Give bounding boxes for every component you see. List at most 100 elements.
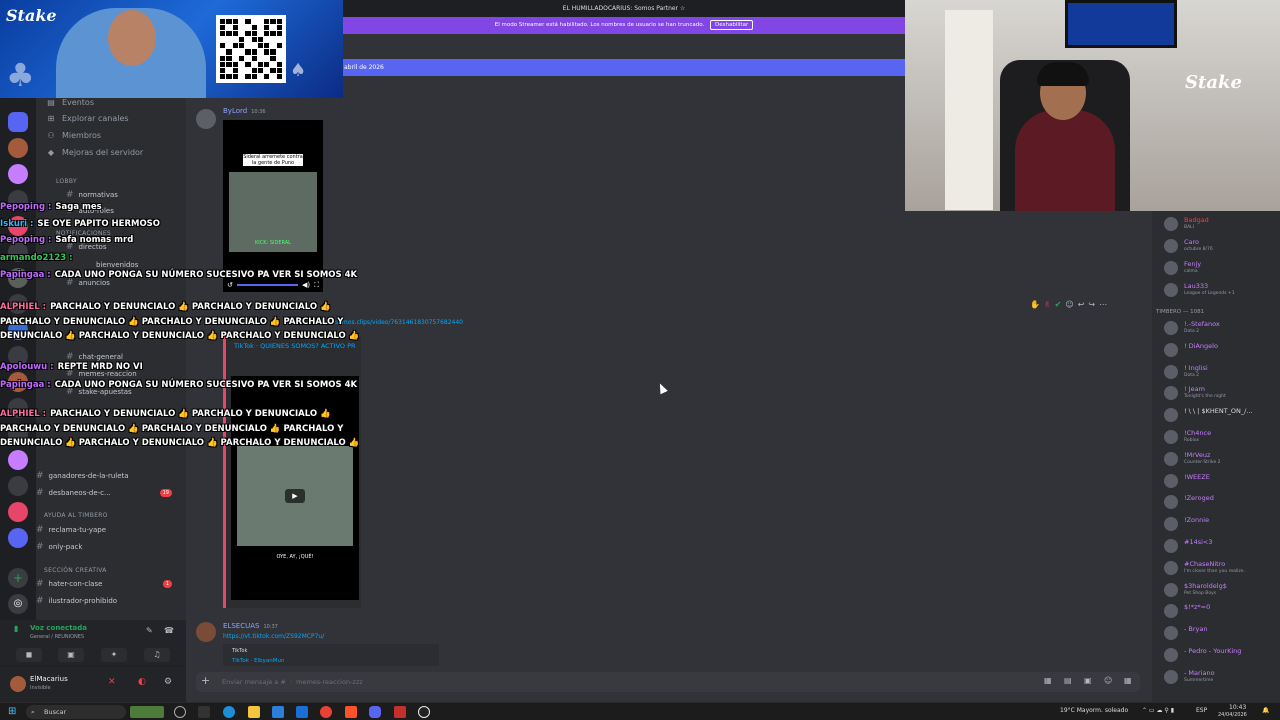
category-ayuda[interactable]: AYUDA AL TIMBERO [44, 512, 108, 519]
emoji-icon[interactable]: ☺ [1065, 300, 1073, 309]
member-item[interactable]: !MrVeuz Counter-Strike 2 [1164, 450, 1276, 468]
clock-date[interactable]: 24/04/2026 [1218, 712, 1247, 718]
server-icon[interactable] [8, 476, 28, 496]
notification-icon[interactable]: 🔔 [1262, 707, 1269, 714]
activities-button[interactable]: ✦ [101, 648, 127, 662]
add-attachment-icon[interactable]: + [201, 674, 210, 687]
reaction-icon[interactable]: ✋ [1030, 300, 1040, 309]
channel-item[interactable]: # ganadores-de-la-ruleta [36, 471, 176, 481]
mail-icon[interactable] [296, 706, 308, 718]
member-item[interactable]: Fenjy calma [1164, 259, 1276, 277]
language-indicator[interactable]: ESP [1196, 707, 1207, 714]
member-item[interactable]: !Zonnie [1164, 515, 1276, 533]
member-item[interactable]: $!*z*=0 [1164, 602, 1276, 620]
avatar[interactable] [10, 676, 26, 692]
reply-icon[interactable]: ↩ [1078, 300, 1085, 309]
more-icon[interactable]: ⋯ [1099, 300, 1107, 309]
embed-title[interactable]: TikTok · ElbyanMun [232, 658, 284, 664]
disconnect-icon[interactable]: ☎ [164, 626, 174, 635]
member-item[interactable]: #ChaseNitro I'm closer than you realize. [1164, 559, 1276, 577]
gift-icon[interactable]: ▦ [1044, 676, 1052, 685]
member-item[interactable]: !.-Stefanox Dota 2 [1164, 319, 1276, 337]
voice-channel[interactable]: General / REUNIONES [30, 634, 84, 640]
member-item[interactable]: ! DiAngelo [1164, 341, 1276, 359]
gif-icon[interactable]: ▤ [1064, 676, 1072, 685]
sidebar-item-eventos[interactable]: ▤ Eventos [46, 98, 94, 107]
channel-item[interactable]: # desbaneos-de-c... 19 [36, 488, 176, 498]
channel-item[interactable]: # normativas [66, 190, 206, 200]
clock-time[interactable]: 10:43 [1229, 704, 1246, 711]
category-lobby[interactable]: LOBBY [56, 178, 77, 185]
channel-item[interactable]: # reclama-tu-yape [36, 525, 176, 535]
mute-icon[interactable]: ✕ [108, 677, 116, 687]
sticker-icon[interactable]: ▣ [1084, 676, 1092, 685]
member-item[interactable]: !Zeroged [1164, 493, 1276, 511]
member-item[interactable]: !Ch4nce Roblox [1164, 428, 1276, 446]
user-name[interactable]: ElMacarius [30, 675, 68, 683]
camera-button[interactable]: ◼ [16, 648, 42, 662]
member-item[interactable]: ! Jeam Tonight's the night [1164, 384, 1276, 402]
apps-icon[interactable]: ▦ [1124, 676, 1132, 685]
server-icon[interactable] [8, 450, 28, 470]
server-icon[interactable] [8, 138, 28, 158]
taskbar-search[interactable]: ⌕ Buscar [26, 705, 126, 719]
server-icon[interactable] [8, 112, 28, 132]
play-icon[interactable]: ▶ [285, 489, 305, 503]
edge-icon[interactable] [223, 706, 235, 718]
widgets-icon[interactable] [130, 706, 164, 718]
avatar[interactable] [196, 622, 216, 642]
member-item[interactable]: !WEEZE [1164, 472, 1276, 490]
tiktok-embed[interactable]: TikTok · QUIENES SOMOS? ACTIVO PR ▶ OYE,… [223, 336, 361, 608]
chrome-icon[interactable] [320, 706, 332, 718]
tiktok-embed[interactable]: TikTok TikTok · ElbyanMun [223, 644, 439, 666]
task-view-icon[interactable] [198, 706, 210, 718]
store-icon[interactable] [272, 706, 284, 718]
video-progress[interactable] [236, 284, 298, 286]
disable-streamer-button[interactable]: Deshabilitar [710, 20, 754, 30]
member-item[interactable]: Lau333 League of Legends +1 [1164, 281, 1276, 299]
sidebar-item-mejoras[interactable]: ◆ Mejoras del servidor [46, 148, 143, 157]
member-item[interactable]: $3haroldelg$ Pet Shop Boys [1164, 581, 1276, 599]
voice-status[interactable]: Voz conectada [30, 624, 87, 632]
add-server-icon[interactable]: + [8, 568, 28, 588]
member-item[interactable]: - Pedro - YourKing [1164, 646, 1276, 664]
sidebar-item-explorar[interactable]: ⊞ Explorar canales [46, 114, 129, 123]
member-item[interactable]: Caro octubre 8/76 [1164, 237, 1276, 255]
file-explorer-icon[interactable] [248, 706, 260, 718]
message-author[interactable]: ByLord 10:36 [223, 107, 266, 115]
obs-icon[interactable] [394, 706, 406, 718]
server-icon[interactable] [8, 502, 28, 522]
member-item[interactable]: Badgad BALI [1164, 215, 1276, 233]
emoji-icon[interactable]: ☺ [1104, 676, 1112, 685]
discover-icon[interactable]: ◎ [8, 594, 28, 614]
member-item[interactable]: ! Inglisi Dota 2 [1164, 363, 1276, 381]
avatar[interactable] [196, 109, 216, 129]
category-creativa[interactable]: SECCIÓN CREATIVA [44, 567, 107, 574]
app-icon[interactable] [418, 706, 430, 718]
sidebar-item-miembros[interactable]: ⚇ Miembros [46, 131, 101, 140]
reaction-icon[interactable]: ✌ [1044, 300, 1051, 309]
discord-icon[interactable] [369, 706, 381, 718]
member-item[interactable]: ! \ \ | $KHENT_ON_/... [1164, 406, 1276, 424]
channel-item[interactable]: # hater-con-clase 1 [36, 579, 176, 589]
check-icon[interactable]: ✔ [1055, 300, 1062, 309]
message-link[interactable]: https://vt.tiktok.com/ZS92MCP7u/ [223, 633, 324, 640]
message-author[interactable]: ELSECUAS 10:37 [223, 622, 278, 630]
member-item[interactable]: #14si<3 [1164, 537, 1276, 555]
forward-icon[interactable]: ↪ [1088, 300, 1095, 309]
search-app-icon[interactable] [174, 706, 186, 718]
tray-icons[interactable]: ⌃ ▭ ☁ ⚲ ▮ [1142, 707, 1174, 714]
server-icon[interactable] [8, 164, 28, 184]
channel-item[interactable]: # only-pack [36, 542, 176, 552]
member-item[interactable]: - Bryan [1164, 624, 1276, 642]
windows-start-icon[interactable]: ⊞ [8, 706, 16, 717]
soundboard-button[interactable]: ♫ [144, 648, 170, 662]
brave-icon[interactable] [345, 706, 357, 718]
message-input[interactable] [222, 675, 922, 689]
screen-share-button[interactable]: ▣ [58, 648, 84, 662]
deafen-icon[interactable]: ◐ [138, 677, 146, 687]
settings-icon[interactable]: ⚙ [164, 677, 172, 687]
member-item[interactable]: - Mariano Summertime [1164, 668, 1276, 686]
channel-item[interactable]: # ilustrador-prohibido [36, 596, 176, 606]
noise-icon[interactable]: ✎ [146, 626, 153, 635]
